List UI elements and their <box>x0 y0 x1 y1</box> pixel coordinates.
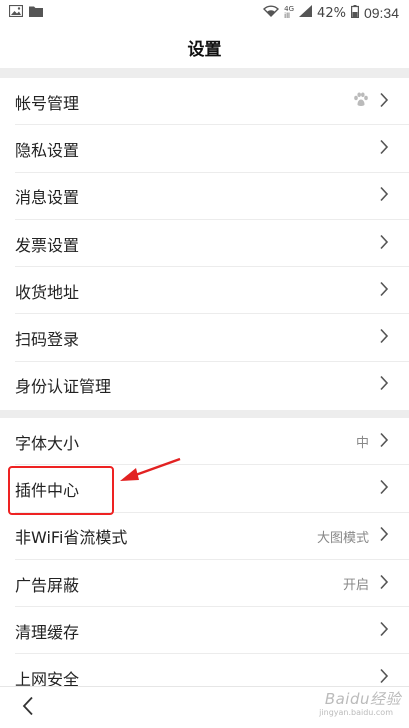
setting-right <box>379 186 389 206</box>
setting-label: 隐私设置 <box>15 140 80 160</box>
setting-label: 帐号管理 <box>15 93 80 113</box>
section-divider <box>0 410 409 418</box>
chevron-right-icon <box>379 186 389 206</box>
network-type: 4G ill <box>284 6 294 20</box>
setting-row-invoice[interactable]: 发票设置 <box>0 220 409 268</box>
setting-value: 中 <box>355 436 369 452</box>
setting-label: 发票设置 <box>15 235 80 255</box>
settings-group-account: 帐号管理 隐私设置 消息设置 发票设置 收货地址 扫码登录 身份认证管理 <box>0 78 409 410</box>
setting-right <box>379 234 389 254</box>
chevron-right-icon <box>379 234 389 254</box>
chevron-right-icon <box>379 281 389 301</box>
setting-row-font-size[interactable]: 字体大小 中 <box>0 418 409 466</box>
setting-right <box>379 375 389 395</box>
chevron-right-icon <box>379 328 389 348</box>
setting-right: 开启 <box>343 574 389 594</box>
setting-label: 清理缓存 <box>15 622 80 642</box>
setting-label: 收货地址 <box>15 282 80 302</box>
setting-label: 身份认证管理 <box>15 377 112 397</box>
setting-right <box>379 139 389 159</box>
battery-icon <box>350 4 359 22</box>
chevron-right-icon <box>379 139 389 159</box>
setting-right <box>379 328 389 348</box>
setting-row-qr-login[interactable]: 扫码登录 <box>0 314 409 363</box>
header: 设置 <box>0 26 409 68</box>
setting-label: 非WiFi省流模式 <box>15 528 128 548</box>
setting-row-messages[interactable]: 消息设置 <box>0 173 409 221</box>
status-right: 4G ill 42% 09:34 <box>263 4 399 22</box>
section-divider <box>0 68 409 78</box>
setting-label: 字体大小 <box>15 433 80 453</box>
chevron-right-icon <box>379 479 389 499</box>
chevron-right-icon <box>379 432 389 452</box>
setting-right: 大图模式 <box>317 526 389 546</box>
setting-row-ad-block[interactable]: 广告屏蔽 开启 <box>0 560 409 608</box>
settings-group-general: 字体大小 中 插件中心 非WiFi省流模式 大图模式 广告屏蔽 开启 清理缓存 … <box>0 418 409 702</box>
back-arrow-icon <box>22 696 34 720</box>
setting-row-identity-verification[interactable]: 身份认证管理 <box>0 362 409 409</box>
clock: 09:34 <box>363 5 399 21</box>
setting-value: 开启 <box>342 578 369 594</box>
image-notification-icon <box>8 4 24 21</box>
setting-right <box>379 281 389 301</box>
page-title: 设置 <box>187 39 222 60</box>
paw-icon <box>353 92 369 111</box>
highlight-box <box>8 466 114 515</box>
setting-label: 广告屏蔽 <box>15 575 80 595</box>
status-left <box>8 4 43 21</box>
setting-right <box>379 621 389 641</box>
setting-label: 消息设置 <box>15 188 80 208</box>
back-button[interactable] <box>22 696 34 720</box>
status-bar: 4G ill 42% 09:34 <box>0 0 409 26</box>
setting-right <box>353 92 389 112</box>
network-type-sub: ill <box>284 12 290 20</box>
battery-percent: 42% <box>317 5 346 21</box>
setting-right <box>379 479 389 499</box>
setting-row-account-management[interactable]: 帐号管理 <box>0 78 409 126</box>
chevron-right-icon <box>379 621 389 641</box>
folder-notification-icon <box>29 5 43 21</box>
setting-row-privacy[interactable]: 隐私设置 <box>0 125 409 173</box>
watermark-text: Baidu经验 <box>324 690 401 708</box>
annotation-arrow-icon <box>120 457 181 481</box>
wifi-icon <box>263 5 280 21</box>
chevron-right-icon <box>379 92 389 112</box>
setting-row-shipping-address[interactable]: 收货地址 <box>0 267 409 315</box>
setting-row-clear-cache[interactable]: 清理缓存 <box>0 607 409 655</box>
chevron-right-icon <box>379 375 389 395</box>
setting-right: 中 <box>356 432 389 452</box>
signal-icon <box>299 5 313 21</box>
chevron-right-icon <box>379 526 389 546</box>
watermark-url: jingyan.baidu.com <box>319 708 393 717</box>
setting-row-data-saver[interactable]: 非WiFi省流模式 大图模式 <box>0 513 409 561</box>
chevron-right-icon <box>379 574 389 594</box>
setting-label: 扫码登录 <box>15 330 80 350</box>
setting-value: 大图模式 <box>316 530 369 546</box>
